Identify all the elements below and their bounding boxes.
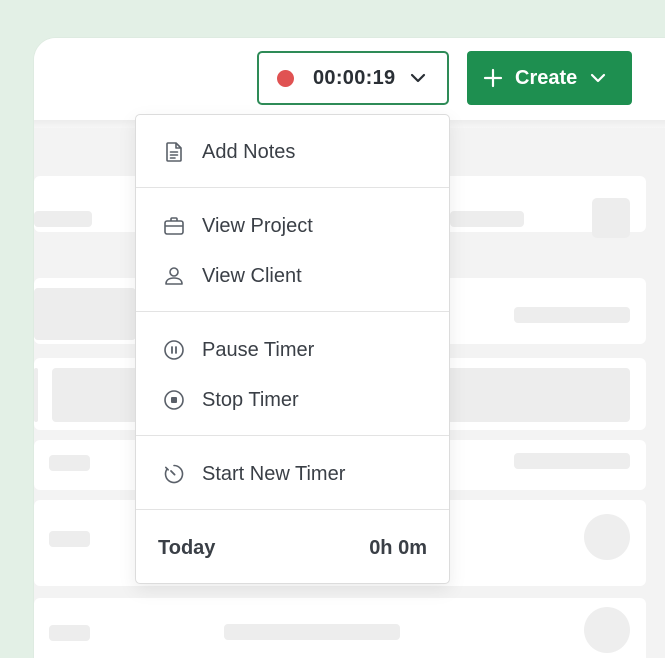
stop-circle-icon <box>164 390 184 410</box>
placeholder-avatar <box>584 607 630 653</box>
menu-item-add-notes[interactable]: Add Notes <box>136 133 449 171</box>
placeholder-text <box>514 453 630 469</box>
menu-item-label: Pause Timer <box>202 338 315 361</box>
menu-item-stop-timer[interactable]: Stop Timer <box>136 381 449 419</box>
document-icon <box>166 142 182 162</box>
today-label: Today <box>158 536 216 559</box>
menu-item-label: View Client <box>202 264 302 287</box>
chevron-down-icon <box>591 73 606 83</box>
placeholder-avatar <box>584 514 630 560</box>
today-total: 0h 0m <box>369 536 427 559</box>
timer-display: 00:00:19 <box>313 66 396 89</box>
placeholder-text <box>450 211 524 227</box>
today-summary: Today 0h 0m <box>136 526 449 570</box>
placeholder-text <box>224 624 400 640</box>
timer-dropdown-button[interactable]: 00:00:19 <box>257 51 449 105</box>
menu-item-label: View Project <box>202 214 313 237</box>
placeholder-text <box>49 625 90 641</box>
menu-divider <box>136 311 449 312</box>
menu-item-label: Stop Timer <box>202 388 299 411</box>
placeholder-text <box>49 531 90 547</box>
menu-divider <box>136 187 449 188</box>
create-button[interactable]: Create <box>467 51 632 105</box>
timer-dropdown-menu: Add Notes View Project View Client Pause… <box>135 114 450 584</box>
menu-divider <box>136 435 449 436</box>
briefcase-icon <box>164 217 184 235</box>
menu-item-pause-timer[interactable]: Pause Timer <box>136 331 449 369</box>
menu-divider <box>136 509 449 510</box>
menu-item-view-client[interactable]: View Client <box>136 257 449 295</box>
chevron-down-icon <box>411 73 426 83</box>
plus-icon <box>483 68 503 88</box>
placeholder-text <box>49 455 90 471</box>
create-button-label: Create <box>515 66 578 89</box>
menu-item-label: Add Notes <box>202 140 296 163</box>
placeholder-thumbnail <box>592 198 630 238</box>
record-dot-icon <box>277 69 294 87</box>
menu-item-label: Start New Timer <box>202 462 346 485</box>
stopwatch-icon <box>164 464 184 484</box>
menu-item-view-project[interactable]: View Project <box>136 207 449 245</box>
placeholder-block <box>34 368 38 422</box>
placeholder-text <box>34 211 92 227</box>
placeholder-text <box>514 307 630 323</box>
pause-circle-icon <box>164 340 184 360</box>
menu-item-start-new-timer[interactable]: Start New Timer <box>136 455 449 493</box>
placeholder-block <box>34 288 136 340</box>
user-icon <box>165 267 183 285</box>
